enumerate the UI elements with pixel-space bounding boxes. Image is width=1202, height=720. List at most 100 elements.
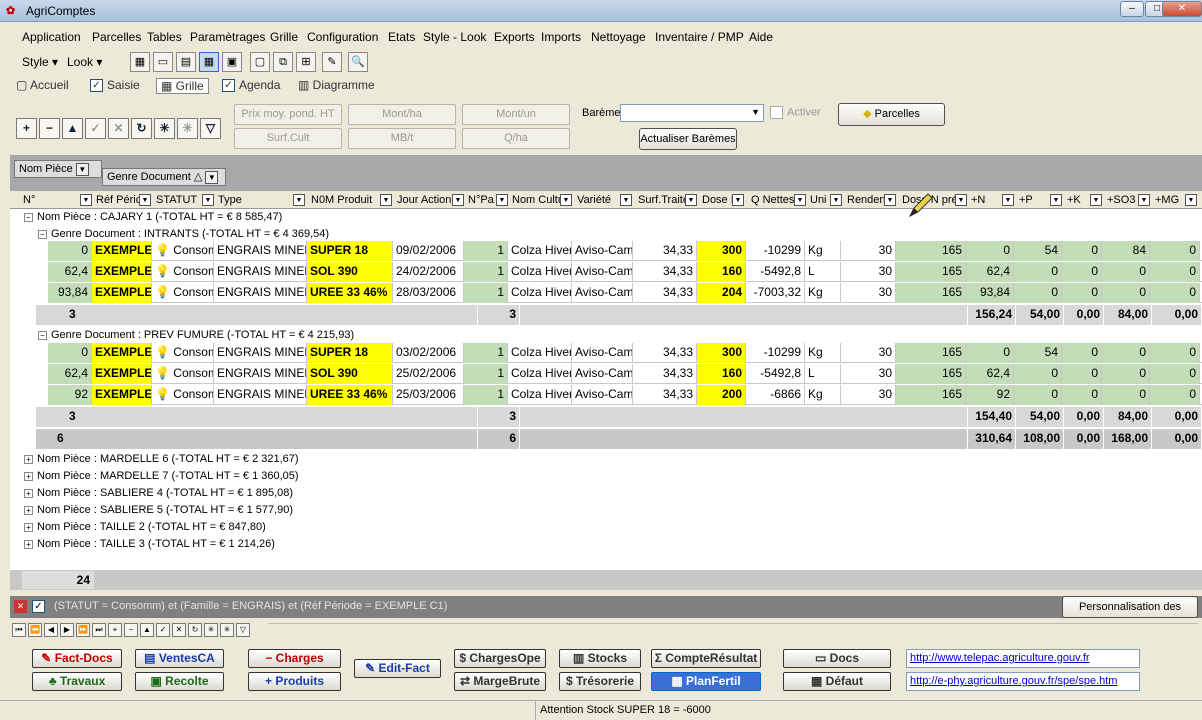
cell-var[interactable]: Aviso-Camp xyxy=(572,385,633,405)
cell-date[interactable]: 03/02/2006 xyxy=(393,343,464,363)
preview-icon[interactable]: 🔍 xyxy=(348,52,368,72)
last-icon[interactable]: ⏭ xyxy=(92,623,106,637)
recolte-button[interactable]: ▣ Recolte xyxy=(135,672,224,691)
filter-icon[interactable]: ▽ xyxy=(200,118,221,139)
mb-t-button[interactable]: MB/t xyxy=(348,128,456,149)
style-dropdown[interactable]: Style ▾ xyxy=(22,55,58,69)
cell-nn[interactable]: 0 xyxy=(966,241,1014,261)
table-row[interactable]: 62,4EXEMPLE💡 ConsomENGRAIS MINERASOL 390… xyxy=(48,364,1202,384)
cell-k[interactable]: 0 xyxy=(1062,283,1102,303)
cell-mg[interactable]: 0 xyxy=(1150,343,1200,363)
cell-dose[interactable]: 160 xyxy=(697,364,746,384)
cell-n[interactable]: 0 xyxy=(48,343,92,363)
col-culture[interactable]: Nom Cultu xyxy=(512,194,564,206)
cell-var[interactable]: Aviso-Camp xyxy=(572,343,633,363)
cell-uni[interactable]: Kg xyxy=(805,343,841,363)
cell-q[interactable]: -5492,8 xyxy=(746,262,805,282)
col-npa[interactable]: N°Pa xyxy=(468,194,494,206)
menu-nettoyage[interactable]: Nettoyage xyxy=(591,30,646,44)
menu-configuration[interactable]: Configuration xyxy=(307,30,378,44)
col-plus-n[interactable]: +N xyxy=(971,194,985,206)
tab-saisie[interactable]: ✓ Saisie xyxy=(90,78,140,93)
cell-k[interactable]: 0 xyxy=(1062,262,1102,282)
menu-parametrages[interactable]: Paramètrages xyxy=(190,30,265,44)
cell-uni[interactable]: Kg xyxy=(805,241,841,261)
cell-var[interactable]: Aviso-Camp xyxy=(572,262,633,282)
cell-n[interactable]: 0 xyxy=(48,241,92,261)
cell-type[interactable]: ENGRAIS MINERA xyxy=(214,262,307,282)
cell-type[interactable]: ENGRAIS MINERA xyxy=(214,364,307,384)
cell-type[interactable]: ENGRAIS MINERA xyxy=(214,241,307,261)
tab-agenda[interactable]: ✓ Agenda xyxy=(222,78,280,93)
cell-mg[interactable]: 0 xyxy=(1150,283,1200,303)
cell-nn[interactable]: 0 xyxy=(966,343,1014,363)
grid-icon[interactable]: ▦ xyxy=(199,52,219,72)
cell-p[interactable]: 54 xyxy=(1014,241,1062,261)
menu-imports[interactable]: Imports xyxy=(541,30,581,44)
cell-nn[interactable]: 92 xyxy=(966,385,1014,405)
cell-rend[interactable]: 30 xyxy=(841,364,896,384)
menu-style-look[interactable]: Style - Look xyxy=(423,30,486,44)
cell-surf[interactable]: 34,33 xyxy=(633,364,697,384)
filter-active-checkbox[interactable]: ✓ xyxy=(32,600,49,613)
prev-icon[interactable]: ◀ xyxy=(44,623,58,637)
cell-date[interactable]: 25/02/2006 xyxy=(393,364,464,384)
cell-statut[interactable]: 💡 Consom xyxy=(152,283,214,303)
cell-p[interactable]: 0 xyxy=(1014,262,1062,282)
group-cajary[interactable]: − Nom Pièce : CAJARY 1 (-TOTAL HT = € 8 5… xyxy=(24,209,282,226)
horizontal-scrollbar[interactable] xyxy=(268,623,1198,637)
cell-nn[interactable]: 62,4 xyxy=(966,262,1014,282)
cell-dn[interactable]: 165 xyxy=(896,385,966,405)
col-plus-p[interactable]: +P xyxy=(1019,194,1033,206)
actualiser-baremes-button[interactable]: Actualiser Barèmes xyxy=(639,128,737,150)
cell-so3[interactable]: 0 xyxy=(1102,343,1150,363)
cell-date[interactable]: 25/03/2006 xyxy=(393,385,464,405)
cell-rend[interactable]: 30 xyxy=(841,241,896,261)
cell-ref[interactable]: EXEMPLE xyxy=(92,364,152,384)
cell-statut[interactable]: 💡 Consom xyxy=(152,385,214,405)
cell-q[interactable]: -10299 xyxy=(746,343,805,363)
refresh-icon[interactable]: ↻ xyxy=(131,118,152,139)
cell-q[interactable]: -7003,32 xyxy=(746,283,805,303)
defaut-button[interactable]: ▦ Défaut xyxy=(783,672,891,691)
table-row[interactable]: 92EXEMPLE💡 ConsomENGRAIS MINERAUREE 33 4… xyxy=(48,385,1202,405)
cell-surf[interactable]: 34,33 xyxy=(633,241,697,261)
cell-p[interactable]: 0 xyxy=(1014,283,1062,303)
cell-type[interactable]: ENGRAIS MINERA xyxy=(214,385,307,405)
travaux-button[interactable]: ♣ Travaux xyxy=(32,672,122,691)
cell-surf[interactable]: 34,33 xyxy=(633,385,697,405)
cell-uni[interactable]: Kg xyxy=(805,385,841,405)
window-icon[interactable]: ▢ xyxy=(250,52,270,72)
menu-inventaire[interactable]: Inventaire / PMP xyxy=(655,30,744,44)
menu-etats[interactable]: Etats xyxy=(388,30,415,44)
cell-nn[interactable]: 93,84 xyxy=(966,283,1014,303)
cell-type[interactable]: ENGRAIS MINERA xyxy=(214,283,307,303)
cell-var[interactable]: Aviso-Camp xyxy=(572,241,633,261)
star-small-icon[interactable]: ✳ xyxy=(204,623,218,637)
col-dose[interactable]: Dose I xyxy=(702,194,734,206)
tab-diagramme[interactable]: ▥ Diagramme xyxy=(298,78,375,92)
stocks-button[interactable]: ▥ Stocks xyxy=(559,649,641,668)
cell-cult[interactable]: Colza Hiver A xyxy=(508,262,572,282)
prev-page-icon[interactable]: ⏪ xyxy=(28,623,42,637)
first-icon[interactable]: ⏮ xyxy=(12,623,26,637)
docs-button[interactable]: ▭ Docs xyxy=(783,649,891,668)
cell-mg[interactable]: 0 xyxy=(1150,385,1200,405)
cell-npa[interactable]: 1 xyxy=(464,283,508,303)
check-small-icon[interactable]: ✓ xyxy=(156,623,170,637)
cell-surf[interactable]: 34,33 xyxy=(633,343,697,363)
cell-dose[interactable]: 300 xyxy=(697,343,746,363)
up-small-icon[interactable]: ▲ xyxy=(140,623,154,637)
col-n[interactable]: N° xyxy=(23,194,35,206)
col-qnettes[interactable]: Q Nettes xyxy=(751,194,794,206)
mont-un-button[interactable]: Mont/un xyxy=(462,104,570,125)
surf-cult-button[interactable]: Surf.Cult xyxy=(234,128,342,149)
group-mardelle-6[interactable]: + Nom Pièce : MARDELLE 6 (-TOTAL HT = € 2… xyxy=(24,451,299,468)
cell-npa[interactable]: 1 xyxy=(464,385,508,405)
produits-button[interactable]: + Produits xyxy=(248,672,341,691)
delete-record-button[interactable]: − xyxy=(39,118,60,139)
layout-icon-2[interactable]: ▭ xyxy=(153,52,173,72)
next-page-icon[interactable]: ⏩ xyxy=(76,623,90,637)
refresh-small-icon[interactable]: ↻ xyxy=(188,623,202,637)
cell-mg[interactable]: 0 xyxy=(1150,262,1200,282)
